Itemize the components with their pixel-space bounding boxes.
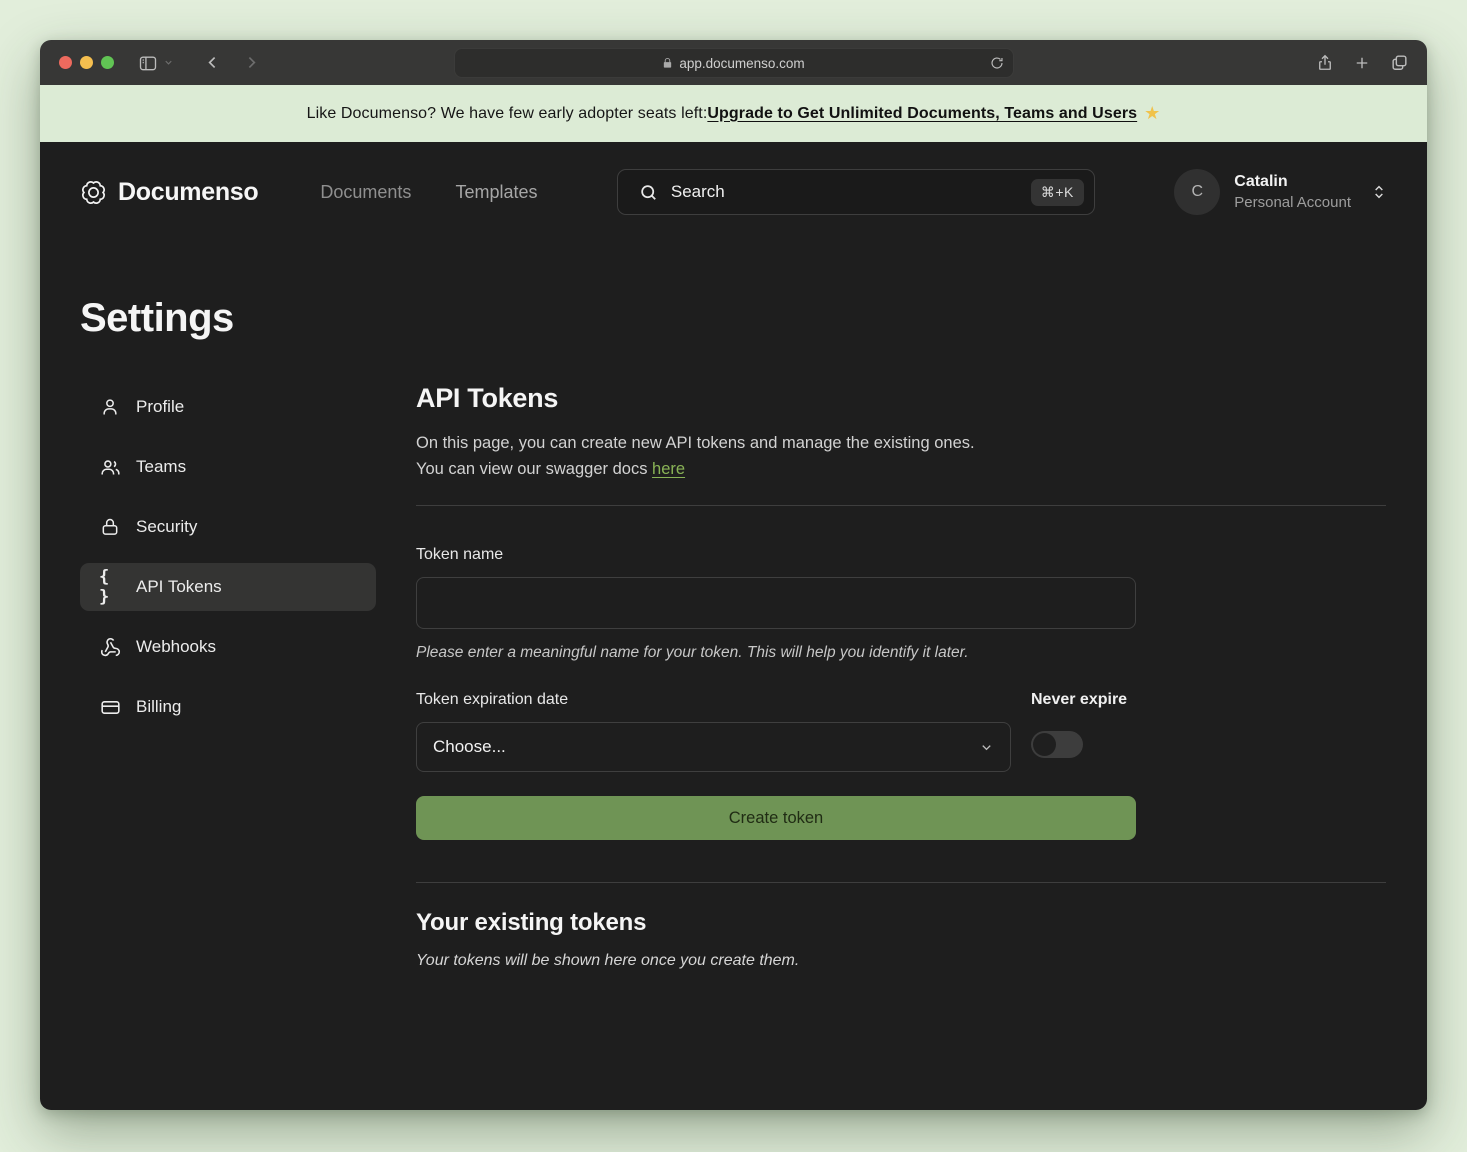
tab-overview-icon[interactable]	[1390, 53, 1409, 72]
user-icon	[99, 397, 121, 417]
sidebar-item-security[interactable]: Security	[80, 503, 376, 551]
expiration-label: Token expiration date	[416, 691, 1011, 709]
api-tokens-panel: API Tokens On this page, you can create …	[416, 383, 1386, 970]
star-icon: ★	[1144, 103, 1160, 124]
webhook-icon	[99, 637, 121, 658]
sidebar-item-teams[interactable]: Teams	[80, 443, 376, 491]
sidebar-item-label: Security	[136, 517, 197, 537]
divider	[416, 882, 1386, 883]
description-line2: You can view our swagger docs	[416, 460, 652, 478]
sidebar-item-billing[interactable]: Billing	[80, 683, 376, 731]
url-text: app.documenso.com	[679, 56, 804, 71]
brand-name: Documenso	[118, 178, 258, 207]
settings-nav: Profile Teams Security	[80, 383, 376, 970]
search-icon	[639, 183, 658, 202]
lock-icon	[99, 517, 121, 537]
top-nav: Documents Templates	[320, 182, 537, 203]
browser-titlebar: app.documenso.com	[40, 40, 1427, 85]
sidebar-item-label: API Tokens	[136, 577, 222, 597]
expiration-select[interactable]: Choose...	[416, 722, 1011, 772]
documenso-logo-icon	[80, 179, 107, 206]
search-placeholder: Search	[671, 182, 1031, 202]
existing-tokens-empty-text: Your tokens will be shown here once you …	[416, 952, 1386, 970]
browser-forward-button[interactable]	[243, 54, 260, 71]
search-shortcut-badge: ⌘+K	[1031, 179, 1084, 206]
banner-text: Like Documenso? We have few early adopte…	[307, 105, 708, 123]
upgrade-link[interactable]: Upgrade to Get Unlimited Documents, Team…	[707, 105, 1137, 123]
search-input[interactable]: Search ⌘+K	[617, 169, 1095, 215]
new-tab-icon[interactable]	[1353, 54, 1371, 72]
swagger-docs-link[interactable]: here	[652, 460, 685, 478]
token-name-label: Token name	[416, 546, 1136, 564]
share-icon[interactable]	[1316, 53, 1334, 72]
upsell-banner: Like Documenso? We have few early adopte…	[40, 85, 1427, 142]
section-title: API Tokens	[416, 383, 1386, 414]
zoom-window-button[interactable]	[101, 56, 114, 69]
chevrons-up-down-icon	[1371, 183, 1387, 201]
browser-window: app.documenso.com Like Documenso? We hav	[40, 40, 1427, 1110]
create-token-form: Token name Please enter a meaningful nam…	[416, 546, 1136, 840]
users-icon	[99, 457, 121, 478]
section-description: On this page, you can create new API tok…	[416, 431, 1386, 482]
sidebar-item-label: Teams	[136, 457, 186, 477]
divider	[416, 505, 1386, 506]
account-type: Personal Account	[1234, 193, 1351, 213]
chevron-down-icon	[979, 740, 994, 755]
existing-tokens-title: Your existing tokens	[416, 909, 1386, 937]
sidebar-item-label: Billing	[136, 697, 181, 717]
never-expire-label: Never expire	[1031, 691, 1136, 709]
sidebar-item-profile[interactable]: Profile	[80, 383, 376, 431]
close-window-button[interactable]	[59, 56, 72, 69]
sidebar-item-api-tokens[interactable]: { } API Tokens	[80, 563, 376, 611]
browser-sidebar-icon[interactable]	[138, 53, 158, 73]
token-name-input[interactable]	[416, 577, 1136, 629]
desktop: app.documenso.com Like Documenso? We hav	[0, 0, 1467, 1152]
avatar: C	[1174, 169, 1220, 215]
token-name-hint: Please enter a meaningful name for your …	[416, 644, 1136, 662]
braces-icon: { }	[99, 567, 121, 607]
brand-home-link[interactable]: Documenso	[80, 178, 258, 207]
sidebar-item-label: Webhooks	[136, 637, 216, 657]
lock-icon	[662, 57, 673, 69]
page-title: Settings	[80, 296, 1387, 341]
browser-address-bar[interactable]: app.documenso.com	[454, 48, 1014, 78]
app-header: Documenso Documents Templates Search ⌘+K	[80, 142, 1387, 242]
create-token-button[interactable]: Create token	[416, 796, 1136, 840]
nav-templates[interactable]: Templates	[455, 182, 537, 203]
app-content: Documenso Documents Templates Search ⌘+K	[40, 142, 1427, 1110]
sidebar-chevron-down-icon[interactable]	[163, 57, 174, 68]
reload-icon[interactable]	[990, 56, 1004, 70]
minimize-window-button[interactable]	[80, 56, 93, 69]
nav-documents[interactable]: Documents	[320, 182, 411, 203]
account-name: Catalin	[1234, 172, 1351, 193]
sidebar-item-label: Profile	[136, 397, 184, 417]
sidebar-item-webhooks[interactable]: Webhooks	[80, 623, 376, 671]
toggle-knob	[1033, 733, 1056, 756]
expiration-selected-value: Choose...	[433, 737, 979, 757]
never-expire-toggle[interactable]	[1031, 731, 1083, 758]
account-menu-button[interactable]: C Catalin Personal Account	[1174, 169, 1387, 215]
browser-back-button[interactable]	[204, 54, 221, 71]
description-line1: On this page, you can create new API tok…	[416, 434, 975, 452]
credit-card-icon	[99, 697, 121, 718]
traffic-lights	[59, 56, 114, 69]
